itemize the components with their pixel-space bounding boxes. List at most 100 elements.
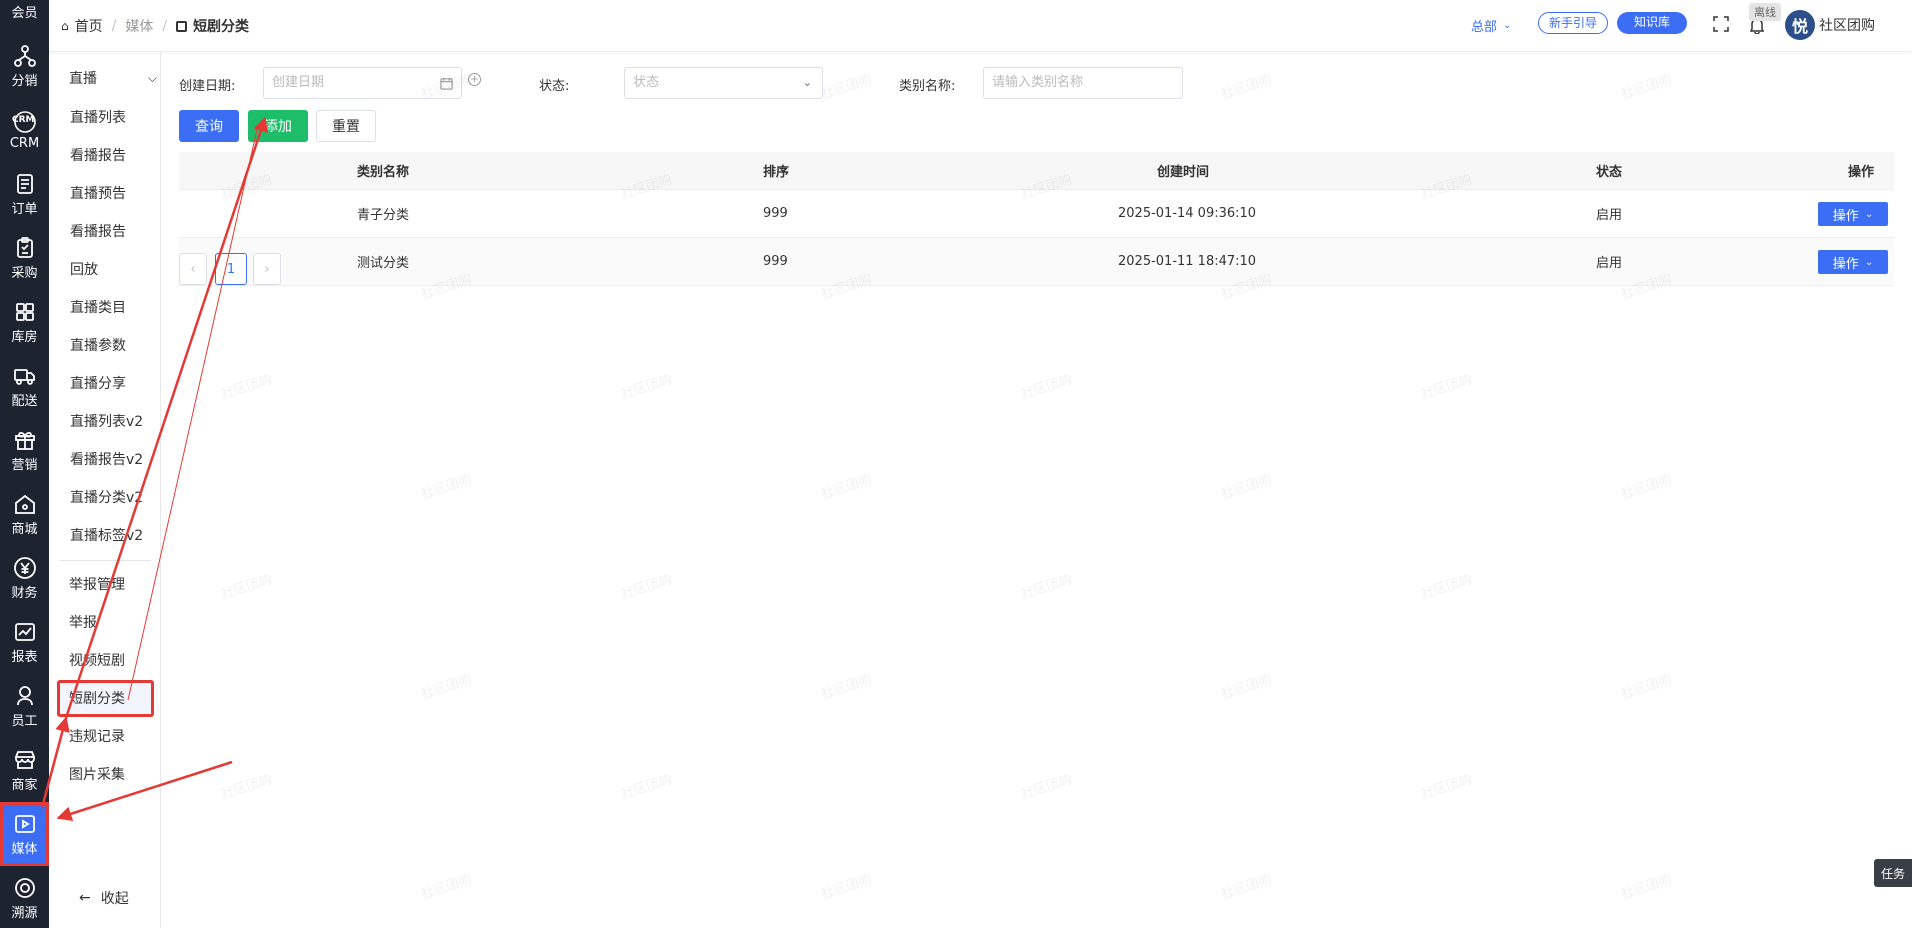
rail-item-label: 配送 bbox=[11, 393, 38, 409]
collapse-button[interactable]: ← 收起 bbox=[79, 888, 129, 908]
page-number: 1 bbox=[226, 261, 236, 277]
media-submenu: 直播 ⌵ 直播列表 看播报告 直播预告 看播报告 回放 直播类目 直播参数 直播… bbox=[49, 0, 161, 928]
col-op: 操作 bbox=[1847, 165, 1874, 180]
cell-name: 青子分类 bbox=[357, 208, 410, 223]
reset-button[interactable]: 重置 bbox=[316, 110, 376, 142]
submenu-group-title: 直播 bbox=[69, 71, 97, 87]
chart-icon bbox=[14, 622, 35, 641]
submenu-item-active[interactable]: 短剧分类 bbox=[69, 688, 125, 708]
next-page-button[interactable]: › bbox=[253, 253, 281, 285]
fullscreen-button[interactable] bbox=[1713, 16, 1729, 36]
rail-item-crm[interactable]: CRM bbox=[0, 98, 49, 162]
rail-item-media[interactable]: 媒体 bbox=[0, 802, 49, 866]
submenu-item[interactable]: 看播报告 bbox=[70, 145, 126, 165]
row-op-button[interactable]: 操作 ⌄ bbox=[1818, 202, 1888, 226]
rail-item-label: 订单 bbox=[11, 201, 38, 217]
col-name: 类别名称 bbox=[357, 165, 410, 180]
knowledge-label: 知识库 bbox=[1617, 12, 1688, 34]
name-filter-input[interactable]: 请输入类别名称 bbox=[983, 67, 1183, 99]
reset-label: 重置 bbox=[332, 119, 360, 135]
rail-item-label: 会员 bbox=[11, 5, 38, 21]
delivery-icon bbox=[13, 368, 35, 385]
org-switcher[interactable]: 总部 ⌄ bbox=[1471, 16, 1511, 35]
chevron-down-icon: ⌄ bbox=[1503, 20, 1512, 31]
prev-page-button[interactable]: ‹ bbox=[179, 253, 207, 285]
rail-item-purchase[interactable]: 采购 bbox=[0, 226, 49, 290]
submenu-item[interactable]: 直播预告 bbox=[70, 183, 126, 203]
submenu-item[interactable]: 直播分享 bbox=[70, 373, 126, 393]
main-content: 创建日期: 创建日期 + 状态: 状态 ⌄ 类别名称: 请输入类别名称 查询 添… bbox=[162, 53, 1912, 928]
rail-item-label: 分销 bbox=[11, 73, 38, 89]
submenu-item[interactable]: 回放 bbox=[70, 259, 98, 279]
breadcrumb-media[interactable]: 媒体 bbox=[125, 16, 153, 36]
submenu-item[interactable]: 视频短剧 bbox=[69, 650, 125, 670]
rail-item-distribution[interactable]: 分销 bbox=[0, 34, 49, 98]
submenu-item[interactable]: 举报管理 bbox=[69, 574, 125, 594]
avatar: 悦 bbox=[1785, 10, 1815, 40]
query-label: 查询 bbox=[195, 119, 223, 135]
submenu-group-live[interactable]: 直播 ⌵ bbox=[69, 68, 157, 88]
status-filter-label: 状态: bbox=[539, 79, 570, 94]
submenu-item[interactable]: 直播类目 bbox=[70, 297, 126, 317]
rail-item-order[interactable]: 订单 bbox=[0, 162, 49, 226]
date-filter-input[interactable]: 创建日期 bbox=[263, 67, 462, 99]
main-nav-rail: 会员 分销 CRM 订单 采购 库房 配送 营销 商城 财务 报表 员工 商家 … bbox=[0, 0, 49, 928]
top-bar: ⌂ 首页 / 媒体 / 短剧分类 总部 ⌄ 新手引导 知识库 离线 悦 社区团购 bbox=[49, 0, 1912, 52]
status-placeholder: 状态 bbox=[633, 75, 660, 90]
date-filter-label: 创建日期: bbox=[179, 79, 236, 94]
rail-item-label: 报表 bbox=[11, 649, 38, 665]
op-label: 操作 bbox=[1832, 208, 1859, 224]
knowledge-button[interactable]: 知识库 bbox=[1617, 12, 1688, 34]
chevron-down-icon: ⌵ bbox=[147, 70, 157, 85]
rail-item-label: 媒体 bbox=[11, 841, 38, 857]
table-header: 类别名称 排序 创建时间 状态 操作 bbox=[179, 152, 1894, 190]
submenu-item[interactable]: 违规记录 bbox=[69, 726, 125, 746]
page-button-current[interactable]: 1 bbox=[215, 253, 247, 285]
play-icon bbox=[14, 814, 35, 833]
add-button[interactable]: 添加 bbox=[248, 110, 308, 142]
calendar-icon bbox=[440, 77, 453, 90]
status-select[interactable]: 状态 ⌄ bbox=[624, 67, 823, 99]
task-tab[interactable]: 任务 bbox=[1874, 859, 1912, 887]
submenu-item[interactable]: 看播报告 bbox=[70, 221, 126, 241]
submenu-item[interactable]: 直播列表 bbox=[70, 107, 126, 127]
guide-button[interactable]: 新手引导 bbox=[1538, 12, 1609, 34]
submenu-item[interactable]: 直播参数 bbox=[70, 335, 126, 355]
rail-item-finance[interactable]: 财务 bbox=[0, 546, 49, 610]
submenu-item[interactable]: 看播报告v2 bbox=[70, 449, 143, 469]
user-name: 社区团购 bbox=[1819, 18, 1875, 34]
cell-status: 启用 bbox=[1596, 208, 1623, 223]
warehouse-icon bbox=[15, 302, 34, 321]
rail-item-mall[interactable]: 商城 bbox=[0, 482, 49, 546]
name-filter-label: 类别名称: bbox=[899, 79, 956, 94]
rail-item-marketing[interactable]: 营销 bbox=[0, 418, 49, 482]
submenu-item[interactable]: 图片采集 bbox=[69, 764, 125, 784]
rail-item-report[interactable]: 报表 bbox=[0, 610, 49, 674]
query-button[interactable]: 查询 bbox=[179, 110, 239, 142]
rail-item-delivery[interactable]: 配送 bbox=[0, 354, 49, 418]
store-icon bbox=[14, 750, 35, 769]
submenu-item[interactable]: 直播分类v2 bbox=[70, 487, 143, 507]
col-created: 创建时间 bbox=[1157, 165, 1210, 180]
collapse-label: 收起 bbox=[100, 891, 129, 907]
order-icon bbox=[16, 173, 33, 194]
rail-item-label: 员工 bbox=[11, 713, 38, 729]
row-op-button[interactable]: 操作 ⌄ bbox=[1818, 250, 1888, 274]
rail-item-trace[interactable]: 溯源 bbox=[0, 866, 49, 928]
chevron-down-icon: ⌄ bbox=[802, 76, 812, 89]
chevron-right-icon: › bbox=[264, 261, 270, 277]
breadcrumb-home[interactable]: 首页 bbox=[75, 16, 103, 36]
page-icon bbox=[176, 20, 188, 32]
submenu-item[interactable]: 举报 bbox=[69, 612, 97, 632]
submenu-divider bbox=[59, 560, 151, 561]
add-circle-icon[interactable]: + bbox=[468, 73, 481, 86]
home-icon: ⌂ bbox=[61, 19, 69, 33]
submenu-item[interactable]: 直播列表v2 bbox=[70, 411, 143, 431]
rail-item-staff[interactable]: 员工 bbox=[0, 674, 49, 738]
user-menu[interactable]: 悦 社区团购 bbox=[1785, 10, 1875, 40]
rail-item-warehouse[interactable]: 库房 bbox=[0, 290, 49, 354]
rail-item-label: 采购 bbox=[11, 265, 38, 281]
submenu-item[interactable]: 直播标签v2 bbox=[70, 525, 143, 545]
cell-sort: 999 bbox=[763, 206, 788, 221]
rail-item-merchant[interactable]: 商家 bbox=[0, 738, 49, 802]
